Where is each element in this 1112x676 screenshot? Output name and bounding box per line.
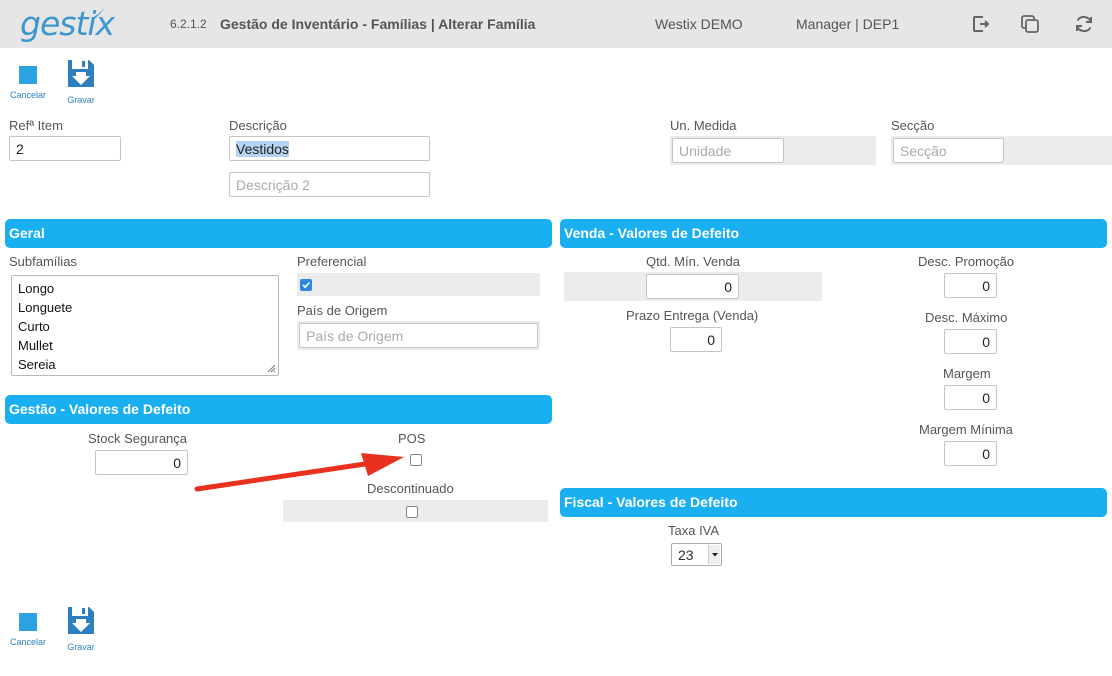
logo-swoosh-icon xyxy=(91,7,105,20)
resize-grip-icon[interactable] xyxy=(266,363,276,373)
cancel-button-bottom[interactable]: Cancelar xyxy=(5,605,51,647)
user-info[interactable]: Manager | DEP1 xyxy=(796,16,899,32)
margem-input[interactable]: 0 xyxy=(944,385,997,410)
venda-section-header: Venda - Valores de Defeito xyxy=(560,219,1107,248)
geral-section-header: Geral xyxy=(5,219,552,248)
section-label: Secção xyxy=(891,118,935,133)
list-item[interactable]: Sereia xyxy=(18,355,272,374)
stop-icon xyxy=(19,613,37,631)
refresh-icon[interactable] xyxy=(1073,13,1095,35)
floppy-disk-icon xyxy=(68,607,94,634)
taxa-iva-label: Taxa IVA xyxy=(668,523,720,538)
taxa-iva-select[interactable]: 23 xyxy=(671,543,722,566)
cancel-button[interactable]: Cancelar xyxy=(5,58,51,100)
floppy-disk-icon xyxy=(68,60,94,87)
chevron-down-icon xyxy=(712,553,718,557)
subfamilies-listbox[interactable]: Longo Longuete Curto Mullet Sereia xyxy=(11,275,279,376)
checkmark-icon xyxy=(302,282,310,289)
list-item[interactable]: Longuete xyxy=(18,298,272,317)
margem-label: Margem xyxy=(943,366,991,381)
stop-icon xyxy=(19,66,37,84)
logout-icon[interactable] xyxy=(970,13,992,35)
desc-promo-input[interactable]: 0 xyxy=(944,273,997,298)
pais-input[interactable]: País de Origem xyxy=(299,323,538,348)
desc-promo-label: Desc. Promoção xyxy=(918,254,1015,269)
pos-label: POS xyxy=(398,431,426,446)
descontinuado-label: Descontinuado xyxy=(367,481,454,496)
margem-min-label: Margem Mínima xyxy=(919,422,1013,437)
preferencial-label: Preferencial xyxy=(297,254,367,269)
prazo-input[interactable]: 0 xyxy=(670,327,722,352)
save-button-bottom[interactable]: Gravar xyxy=(58,605,104,652)
desc-max-input[interactable]: 0 xyxy=(944,329,997,354)
top-bar xyxy=(0,0,1112,48)
save-button[interactable]: Gravar xyxy=(58,58,104,105)
qtd-min-label: Qtd. Mín. Venda xyxy=(646,254,740,269)
preferencial-field-bg xyxy=(297,273,540,296)
pais-label: País de Origem xyxy=(297,303,388,318)
prazo-label: Prazo Entrega (Venda) xyxy=(626,308,759,323)
qtd-min-input[interactable]: 0 xyxy=(646,274,739,299)
ref-label: Refª Item xyxy=(9,118,63,133)
descontinuado-checkbox[interactable] xyxy=(406,506,418,518)
gestao-section-header: Gestão - Valores de Defeito xyxy=(5,395,552,424)
company-name[interactable]: Westix DEMO xyxy=(655,16,743,32)
dropdown-button[interactable] xyxy=(708,545,720,564)
description-value: Vestidos xyxy=(236,141,289,157)
fiscal-section-header: Fiscal - Valores de Defeito xyxy=(560,488,1107,517)
stock-input[interactable]: 0 xyxy=(95,450,188,475)
page-title: Gestão de Inventário - Famílias | Altera… xyxy=(220,16,536,32)
app-version: 6.2.1.2 xyxy=(170,17,207,31)
description-input[interactable]: Vestidos xyxy=(229,136,430,161)
windows-icon[interactable] xyxy=(1019,13,1041,35)
unit-label: Un. Medida xyxy=(670,118,737,133)
taxa-iva-value: 23 xyxy=(678,547,694,563)
unit-input[interactable]: Unidade xyxy=(672,138,784,163)
preferencial-checkbox[interactable] xyxy=(300,279,312,291)
pos-checkbox[interactable] xyxy=(410,454,422,466)
list-item[interactable]: Curto xyxy=(18,317,272,336)
desc-max-label: Desc. Máximo xyxy=(925,310,1008,325)
section-input[interactable]: Secção xyxy=(893,138,1004,163)
margem-min-input[interactable]: 0 xyxy=(944,441,997,466)
subfamilies-label: Subfamílias xyxy=(9,254,77,269)
description-label: Descrição xyxy=(229,118,287,133)
list-item[interactable]: Longo xyxy=(18,279,272,298)
list-item[interactable]: Mullet xyxy=(18,336,272,355)
description2-input[interactable]: Descrição 2 xyxy=(229,172,430,197)
ref-input[interactable]: 2 xyxy=(9,136,121,161)
stock-label: Stock Segurança xyxy=(88,431,188,446)
